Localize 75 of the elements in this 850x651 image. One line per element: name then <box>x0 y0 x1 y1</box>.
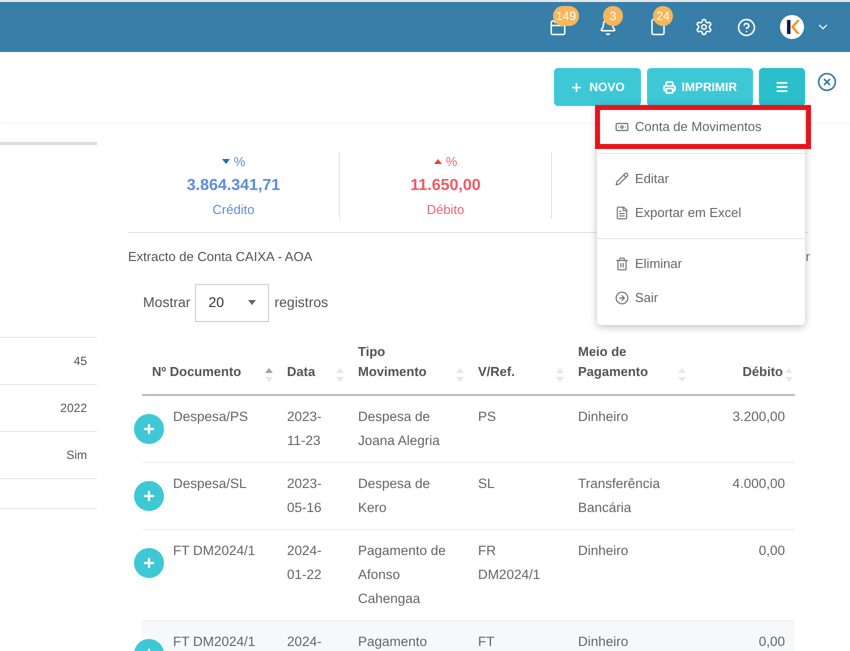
table-cell: Dinheiro <box>578 634 628 648</box>
table-cell: 2024- <box>287 634 322 648</box>
file-icon <box>615 206 629 220</box>
pencil-icon <box>615 172 629 186</box>
settings-icon[interactable] <box>695 18 713 36</box>
table-cell: Transferência Bancária <box>578 476 660 514</box>
table-cell: 4.000,00 <box>732 476 785 490</box>
column-header[interactable]: Tipo Movimento <box>358 342 454 382</box>
table-cell: Despesa/SL <box>173 476 247 490</box>
avatar-icon[interactable] <box>780 15 804 39</box>
plus-icon <box>142 422 156 436</box>
table-cell: 0,00 <box>758 542 785 558</box>
table-cell: Pagamento <box>358 634 428 648</box>
menu-item[interactable]: Eliminar <box>597 247 805 281</box>
page-size-select[interactable]: 20 <box>195 284 270 322</box>
column-header[interactable]: Nº Documento <box>152 362 263 382</box>
show-label: Mostrar <box>143 293 190 312</box>
table-cell: FT DM2024/1 <box>173 542 256 558</box>
close-icon[interactable] <box>817 72 837 92</box>
side-link[interactable]: r <box>806 247 810 266</box>
count-badge: 3 <box>603 6 623 26</box>
table-cell: FT <box>478 634 494 648</box>
caret-down-icon <box>222 159 230 164</box>
expand-button[interactable] <box>134 480 164 510</box>
caret-down-icon <box>248 300 256 305</box>
table-cell: 2024-01-22 <box>287 542 322 582</box>
records-label: registros <box>274 293 328 312</box>
menu-item[interactable]: Sair <box>597 281 805 315</box>
table-cell: 2023-05-16 <box>287 476 322 514</box>
stat-value: 3.864.341,71 <box>186 176 280 196</box>
menu-icon <box>775 80 789 94</box>
table-cell: FR DM2024/1 <box>478 542 540 582</box>
expand-button[interactable] <box>134 548 164 578</box>
menu-item[interactable]: Editar <box>597 162 805 196</box>
percent-text: % <box>234 153 246 171</box>
expand-button[interactable] <box>134 414 164 444</box>
menu-item[interactable]: Exportar em Excel <box>597 196 805 230</box>
table-cell: FT DM2024/1 <box>173 634 256 648</box>
table-cell: PS <box>478 408 496 424</box>
trash-icon <box>615 257 629 271</box>
field-value: 2022 <box>60 400 87 417</box>
count-badge: 24 <box>653 6 673 26</box>
caret-up-icon <box>434 159 442 164</box>
statement-title: Extracto de Conta CAIXA - AOA <box>128 248 312 266</box>
exit-icon <box>615 291 629 305</box>
table-cell: Despesa de Joana Alegria <box>358 408 440 448</box>
field-value: Sim <box>66 447 87 464</box>
sort-icon[interactable] <box>265 368 273 382</box>
table-cell: 0,00 <box>758 634 785 648</box>
stat-value: 11.650,00 <box>410 176 481 196</box>
table-cell: Dinheiro <box>578 542 628 558</box>
percent-text: % <box>446 153 458 171</box>
plus-icon <box>142 556 156 570</box>
stat-label: Crédito <box>212 200 254 218</box>
count-badge: 149 <box>553 6 580 26</box>
plus-icon <box>142 488 156 502</box>
menu-button[interactable] <box>759 68 805 106</box>
column-header[interactable]: Meio de Pagamento <box>578 342 676 382</box>
table-cell: Pagamento de Afonso Cahengaa <box>358 542 446 606</box>
table-cell: Despesa de Kero <box>358 476 430 514</box>
table-cell: Despesa/PS <box>173 408 248 424</box>
column-header[interactable]: Débito <box>700 362 783 382</box>
table-cell: SL <box>478 476 495 490</box>
table-cell: 2023-11-23 <box>287 408 322 448</box>
menu-item[interactable]: Conta de Movimentos <box>597 107 809 147</box>
help-icon[interactable] <box>737 18 756 36</box>
money-icon <box>615 120 629 134</box>
table-cell: 3.200,00 <box>732 408 785 424</box>
table-cell: Dinheiro <box>578 408 628 424</box>
column-header[interactable]: V/Ref. <box>478 362 554 382</box>
stat-label: Débito <box>426 200 464 218</box>
field-value: 45 <box>74 353 87 370</box>
column-header[interactable]: Data <box>287 362 334 382</box>
plus-icon <box>570 80 584 94</box>
printer-icon <box>662 80 676 94</box>
